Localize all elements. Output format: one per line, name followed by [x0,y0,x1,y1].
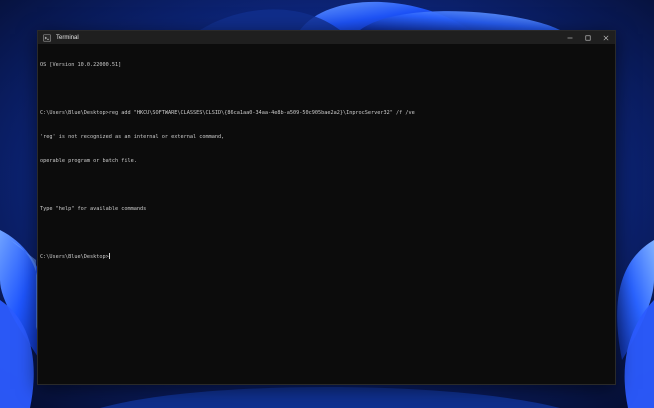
minimize-icon [567,37,573,38]
terminal-icon [43,33,51,42]
desktop: Terminal OS [Version 10.0.22000.51] C:\U… [0,0,654,408]
command-prompt-line[interactable]: C:\Users\Blue\Desktop> [40,253,613,261]
console-line: OS [Version 10.0.22000.51] [40,62,122,68]
close-icon [603,35,609,40]
maximize-icon [585,35,591,41]
console-output[interactable]: OS [Version 10.0.22000.51] C:\Users\Blue… [40,45,613,382]
text-cursor [109,253,111,259]
title-bar[interactable]: Terminal [38,31,615,44]
console-line: operable program or batch file. [40,158,137,164]
console-line: Type "help" for available commands [40,206,147,212]
console-line: 'reg' is not recognized as an internal o… [40,134,225,140]
close-button[interactable] [597,31,615,44]
command-prompt: C:\Users\Blue\Desktop> [40,254,109,260]
window-controls [561,31,615,44]
maximize-button[interactable] [579,31,597,44]
console-line: C:\Users\Blue\Desktop>reg add "HKCU\SOFT… [40,110,415,116]
terminal-window[interactable]: Terminal OS [Version 10.0.22000.51] C:\U… [37,30,616,385]
minimize-button[interactable] [561,31,579,44]
window-title: Terminal [56,34,79,41]
